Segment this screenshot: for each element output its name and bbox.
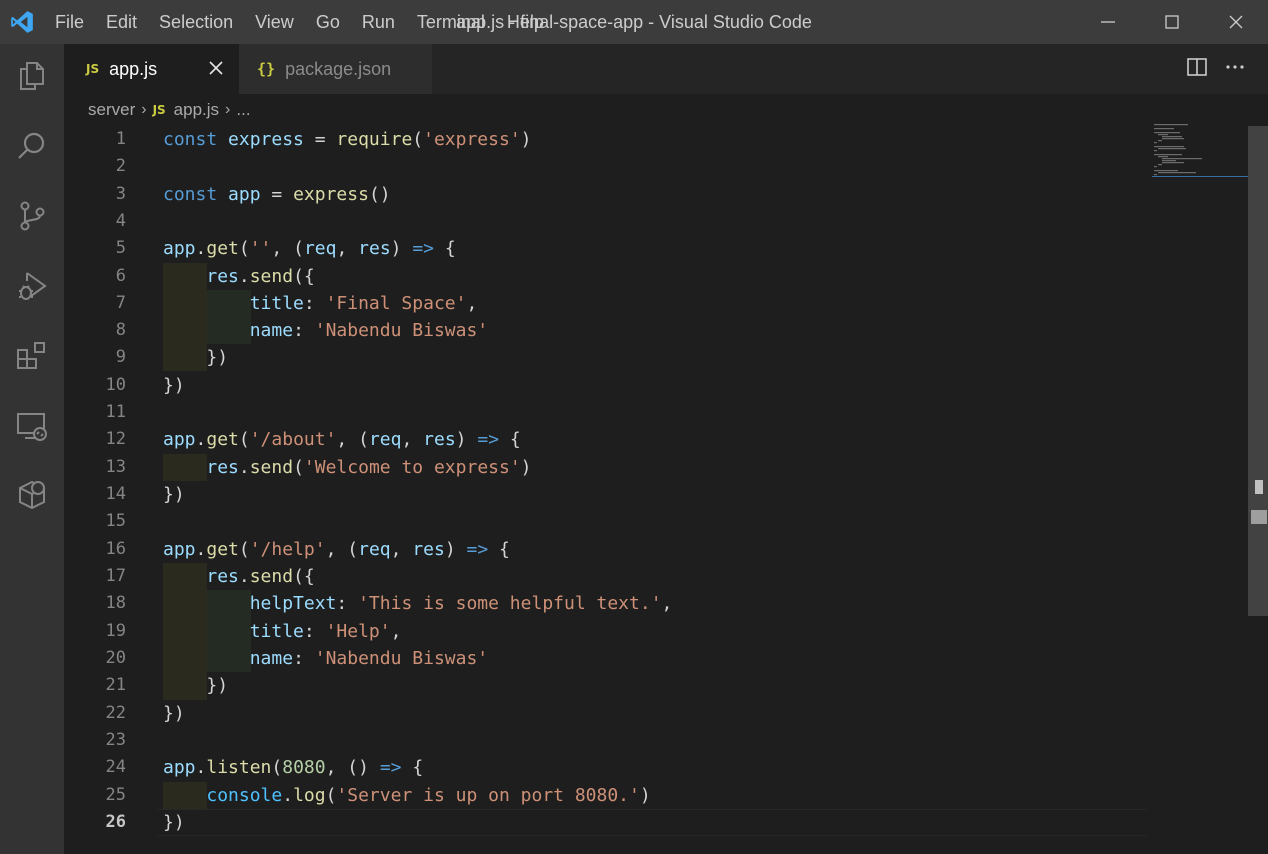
code-line[interactable]: const express = require('express') xyxy=(163,126,532,153)
line-number: 9 xyxy=(115,347,126,367)
code-line[interactable]: name: 'Nabendu Biswas' xyxy=(163,645,488,672)
explorer-icon[interactable] xyxy=(12,56,52,96)
line-number: 24 xyxy=(105,757,126,777)
code-line[interactable]: }) xyxy=(163,372,185,399)
menu-selection[interactable]: Selection xyxy=(148,0,244,44)
line-number: 23 xyxy=(105,730,126,750)
line-number: 5 xyxy=(115,238,126,258)
code-line[interactable]: res.send({ xyxy=(163,563,314,590)
line-number: 8 xyxy=(115,320,126,340)
menu-bar: File Edit Selection View Go Run Terminal… xyxy=(44,0,555,44)
code-line[interactable]: }) xyxy=(163,344,228,371)
code-line[interactable]: }) xyxy=(163,700,185,727)
minimize-button[interactable] xyxy=(1076,0,1140,44)
code-line[interactable]: app.get('/help', (req, res) => { xyxy=(163,536,510,563)
window-controls xyxy=(1076,0,1268,44)
title-bar: File Edit Selection View Go Run Terminal… xyxy=(0,0,1268,44)
menu-terminal[interactable]: Terminal xyxy=(406,0,496,44)
run-debug-icon[interactable] xyxy=(12,266,52,306)
line-number: 7 xyxy=(115,293,126,313)
code-line[interactable]: helpText: 'This is some helpful text.', xyxy=(163,590,673,617)
extensions-icon[interactable] xyxy=(12,336,52,376)
minimize-icon xyxy=(1101,21,1115,23)
code-line[interactable]: res.send({ xyxy=(163,263,314,290)
docker-icon[interactable] xyxy=(12,476,52,516)
line-number: 20 xyxy=(105,648,126,668)
chevron-right-icon: › xyxy=(141,101,147,118)
close-icon xyxy=(1229,15,1243,29)
line-number: 17 xyxy=(105,566,126,586)
maximize-icon xyxy=(1165,15,1179,29)
close-window-button[interactable] xyxy=(1204,0,1268,44)
line-number: 16 xyxy=(105,539,126,559)
breadcrumb-file[interactable]: app.js xyxy=(174,100,219,120)
tab-label: app.js xyxy=(109,58,158,79)
menu-view[interactable]: View xyxy=(244,0,305,44)
close-tab-icon[interactable] xyxy=(207,59,225,82)
code-line[interactable]: console.log('Server is up on port 8080.'… xyxy=(163,782,650,809)
breadcrumb-folder[interactable]: server xyxy=(88,100,135,120)
line-number: 15 xyxy=(105,511,126,531)
javascript-file-icon: JS xyxy=(152,103,166,117)
line-number: 13 xyxy=(105,457,126,477)
line-number: 3 xyxy=(115,184,126,204)
line-number: 21 xyxy=(105,675,126,695)
current-line-highlight xyxy=(158,809,1146,836)
activity-bar xyxy=(0,44,64,854)
code-editor[interactable]: 1 2 3 4 5 6 7 8 9 10 11 12 13 14 15 16 1… xyxy=(64,126,1248,854)
minimap[interactable] xyxy=(1152,122,1248,182)
tab-package-json[interactable]: {} package.json xyxy=(239,44,432,94)
code-line[interactable]: name: 'Nabendu Biswas' xyxy=(163,317,488,344)
code-line[interactable]: }) xyxy=(163,481,185,508)
javascript-file-icon: JS xyxy=(86,62,100,76)
code-line[interactable]: app.get('', (req, res) => { xyxy=(163,235,456,262)
line-number: 4 xyxy=(115,211,126,231)
line-number: 18 xyxy=(105,593,126,613)
remote-explorer-icon[interactable] xyxy=(12,406,52,446)
menu-go[interactable]: Go xyxy=(305,0,351,44)
more-actions-icon[interactable] xyxy=(1224,56,1246,83)
code-line[interactable]: title: 'Help', xyxy=(163,618,402,645)
line-number: 11 xyxy=(105,402,126,422)
line-number: 25 xyxy=(105,785,126,805)
scrollbar-cursor-marker xyxy=(1251,510,1267,524)
code-line[interactable]: res.send('Welcome to express') xyxy=(163,454,531,481)
menu-edit[interactable]: Edit xyxy=(95,0,148,44)
code-line[interactable]: const app = express() xyxy=(163,181,391,208)
vertical-scrollbar[interactable] xyxy=(1248,126,1268,616)
source-control-icon[interactable] xyxy=(12,196,52,236)
code-line[interactable]: title: 'Final Space', xyxy=(163,290,478,317)
split-editor-icon[interactable] xyxy=(1186,56,1208,83)
line-number: 10 xyxy=(105,375,126,395)
maximize-button[interactable] xyxy=(1140,0,1204,44)
line-number: 1 xyxy=(115,129,126,149)
scrollbar-marker xyxy=(1255,480,1263,494)
line-number: 14 xyxy=(105,484,126,504)
line-number: 19 xyxy=(105,621,126,641)
json-file-icon: {} xyxy=(257,60,276,78)
breadcrumb-symbols[interactable]: ... xyxy=(236,100,250,120)
code-line[interactable]: }) xyxy=(163,809,185,836)
chevron-right-icon: › xyxy=(225,101,231,118)
tab-bar: JS app.js {} package.json xyxy=(64,44,1268,94)
line-number: 2 xyxy=(115,156,126,176)
line-number: 22 xyxy=(105,703,126,723)
breadcrumb: server › JS app.js › ... xyxy=(64,94,1154,126)
code-line[interactable]: app.listen(8080, () => { xyxy=(163,754,423,781)
editor-actions xyxy=(1186,44,1246,94)
menu-help[interactable]: Help xyxy=(496,0,555,44)
menu-run[interactable]: Run xyxy=(351,0,406,44)
vscode-logo-icon xyxy=(0,0,44,44)
tab-app-js[interactable]: JS app.js xyxy=(64,44,239,94)
menu-file[interactable]: File xyxy=(44,0,95,44)
tab-label: package.json xyxy=(285,58,392,79)
line-number: 12 xyxy=(105,429,126,449)
line-number-current: 26 xyxy=(105,812,126,832)
code-line[interactable]: }) xyxy=(163,672,228,699)
line-number: 6 xyxy=(115,266,126,286)
code-line[interactable]: app.get('/about', (req, res) => { xyxy=(163,426,521,453)
search-icon[interactable] xyxy=(12,126,52,166)
